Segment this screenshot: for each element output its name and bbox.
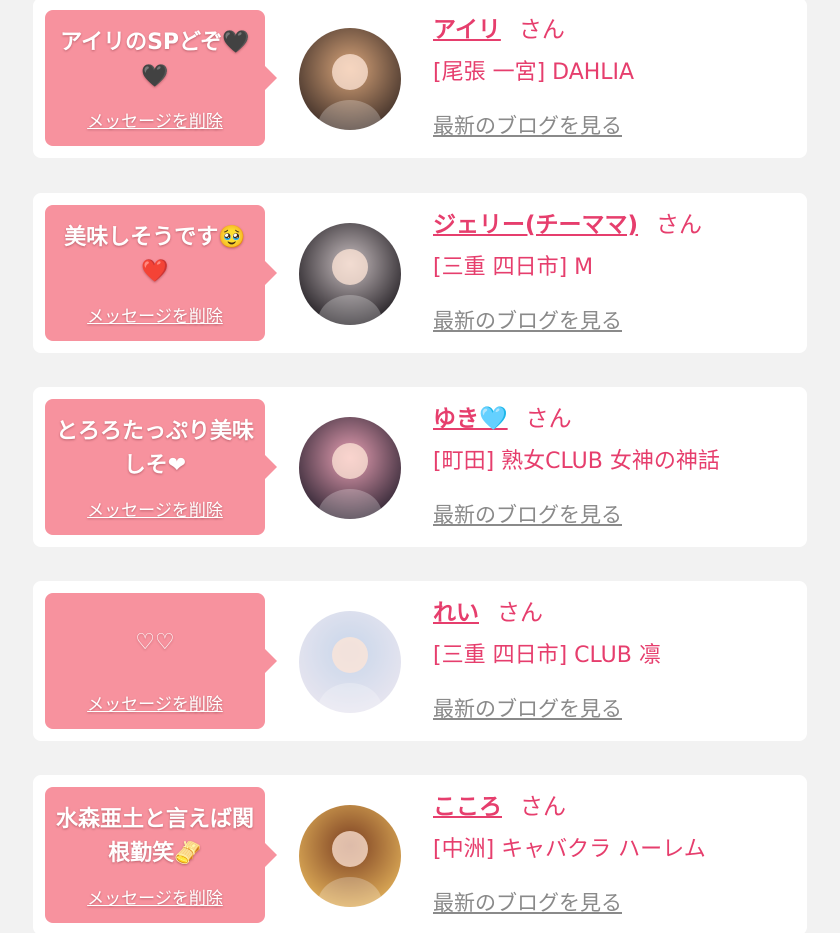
message-text: 水森亜土と言えば関根勤笑🫔 bbox=[55, 807, 254, 866]
profile-name-link[interactable]: れい bbox=[433, 600, 479, 626]
latest-blog-link[interactable]: 最新のブログを見る bbox=[433, 693, 622, 723]
shop-name: [三重 四日市] M bbox=[433, 255, 594, 280]
avatar[interactable] bbox=[299, 611, 401, 713]
honorific: さん bbox=[520, 794, 566, 820]
avatar[interactable] bbox=[299, 223, 401, 325]
honorific: さん bbox=[518, 17, 565, 43]
profile-name-link[interactable]: ゆき🩵 bbox=[433, 406, 508, 432]
latest-blog-link[interactable]: 最新のブログを見る bbox=[433, 110, 622, 140]
delete-message-link[interactable]: メッセージを削除 bbox=[45, 496, 265, 521]
message-text: アイリのSPどぞ🖤🖤 bbox=[60, 30, 250, 89]
message-card: 水森亜土と言えば関根勤笑🫔 メッセージを削除 こころ さん [中洲] キャバクラ… bbox=[33, 775, 807, 933]
latest-blog-link[interactable]: 最新のブログを見る bbox=[433, 887, 622, 917]
avatar[interactable] bbox=[299, 805, 401, 907]
message-bubble: 水森亜土と言えば関根勤笑🫔 メッセージを削除 bbox=[45, 787, 277, 923]
message-bubble: 美味しそうです🥹❤️ メッセージを削除 bbox=[45, 205, 277, 341]
shop-name: [三重 四日市] CLUB 凛 bbox=[433, 643, 661, 668]
profile-info: ジェリー(チーママ) さん [三重 四日市] M 最新のブログを見る bbox=[433, 207, 797, 335]
message-text: 美味しそうです🥹❤️ bbox=[64, 225, 246, 284]
profile-info: ゆき🩵 さん [町田] 熟女CLUB 女神の神話 最新のブログを見る bbox=[433, 401, 797, 529]
profile-name-link[interactable]: ジェリー(チーママ) bbox=[433, 212, 638, 238]
profile-name-link[interactable]: アイリ bbox=[433, 17, 501, 43]
name-line: ジェリー(チーママ) さん bbox=[433, 207, 797, 243]
latest-blog-link[interactable]: 最新のブログを見る bbox=[433, 305, 622, 335]
name-line: れい さん bbox=[433, 595, 797, 631]
name-line: アイリ さん bbox=[433, 12, 797, 48]
shop-name: [尾張 一宮] DAHLIA bbox=[433, 60, 635, 85]
message-bubble: ♡♡ メッセージを削除 bbox=[45, 593, 277, 729]
profile-info: アイリ さん [尾張 一宮] DAHLIA 最新のブログを見る bbox=[433, 12, 797, 140]
delete-message-link[interactable]: メッセージを削除 bbox=[45, 884, 265, 909]
message-list: アイリのSPどぞ🖤🖤 メッセージを削除 アイリ さん [尾張 一宮] DAHLI… bbox=[0, 0, 840, 933]
message-card: アイリのSPどぞ🖤🖤 メッセージを削除 アイリ さん [尾張 一宮] DAHLI… bbox=[33, 0, 807, 158]
shop-name: [町田] 熟女CLUB 女神の神話 bbox=[433, 449, 720, 474]
message-card: 美味しそうです🥹❤️ メッセージを削除 ジェリー(チーママ) さん [三重 四日… bbox=[33, 193, 807, 353]
message-text: ♡♡ bbox=[135, 630, 175, 655]
avatar-image bbox=[299, 28, 401, 130]
message-card: とろろたっぷり美味しそ❤ メッセージを削除 ゆき🩵 さん [町田] 熟女CLUB… bbox=[33, 387, 807, 547]
latest-blog-link[interactable]: 最新のブログを見る bbox=[433, 499, 622, 529]
name-line: ゆき🩵 さん bbox=[433, 401, 797, 437]
avatar-image bbox=[299, 417, 401, 519]
honorific: さん bbox=[497, 600, 543, 626]
profile-info: こころ さん [中洲] キャバクラ ハーレム 最新のブログを見る bbox=[433, 789, 797, 917]
shop-name: [中洲] キャバクラ ハーレム bbox=[433, 837, 706, 862]
avatar[interactable] bbox=[299, 28, 401, 130]
honorific: さん bbox=[656, 212, 703, 238]
avatar-image bbox=[299, 223, 401, 325]
delete-message-link[interactable]: メッセージを削除 bbox=[45, 302, 265, 327]
message-card: ♡♡ メッセージを削除 れい さん [三重 四日市] CLUB 凛 最新のブログ… bbox=[33, 581, 807, 741]
name-line: こころ さん bbox=[433, 789, 797, 825]
delete-message-link[interactable]: メッセージを削除 bbox=[45, 690, 265, 715]
profile-name-link[interactable]: こころ bbox=[433, 794, 502, 820]
delete-message-link[interactable]: メッセージを削除 bbox=[45, 107, 265, 132]
avatar-image bbox=[299, 611, 401, 713]
message-bubble: とろろたっぷり美味しそ❤ メッセージを削除 bbox=[45, 399, 277, 535]
profile-info: れい さん [三重 四日市] CLUB 凛 最新のブログを見る bbox=[433, 595, 797, 723]
message-text: とろろたっぷり美味しそ❤ bbox=[55, 419, 254, 478]
avatar-image bbox=[299, 805, 401, 907]
message-bubble: アイリのSPどぞ🖤🖤 メッセージを削除 bbox=[45, 10, 277, 146]
honorific: さん bbox=[525, 406, 572, 432]
avatar[interactable] bbox=[299, 417, 401, 519]
